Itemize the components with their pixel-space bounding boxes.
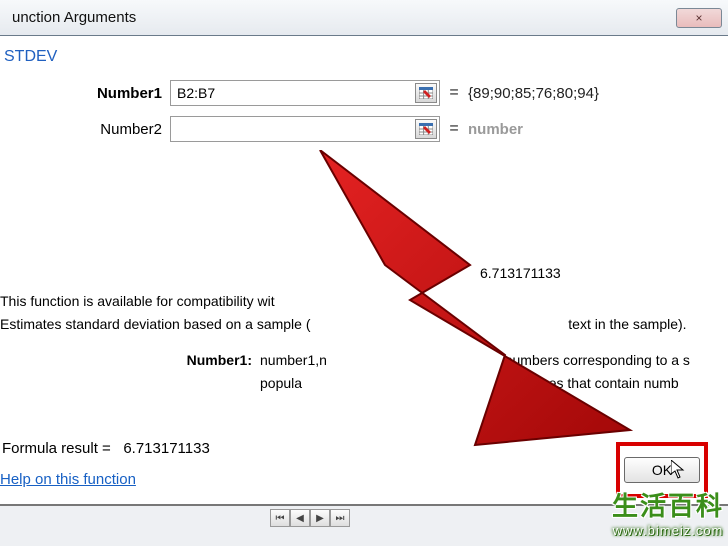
equals-sign: = xyxy=(440,84,468,102)
arg-help-2b: ferences that contain numb xyxy=(510,375,679,391)
sheet-prev-button[interactable]: ◀ xyxy=(290,509,310,527)
formula-result: Formula result = 6.713171133 xyxy=(0,440,720,457)
arg-preview: {89;90;85;76;80;94} xyxy=(468,85,599,102)
arg-row-number1: Number1 B2:B7 = {89;90;85;76;80;94} xyxy=(0,80,720,106)
desc-line2a: Estimates standard deviation based on a … xyxy=(0,316,311,332)
dialog-content: STDEV Number1 B2:B7 = {89;90;85;76;80;94… xyxy=(0,36,728,496)
sheet-next-button[interactable]: ▶ xyxy=(310,509,330,527)
function-description: 6.713171133 This function is available f… xyxy=(0,262,720,394)
argument-help: Number1: number1,n numbers corresponding… xyxy=(0,349,716,394)
range-picker-icon xyxy=(419,123,433,135)
number2-input[interactable] xyxy=(170,116,440,142)
mouse-cursor-icon xyxy=(671,460,687,480)
calc-preview: 6.713171133 xyxy=(0,262,716,284)
function-name: STDEV xyxy=(0,48,720,66)
range-picker-icon xyxy=(419,87,433,99)
sheet-last-button[interactable]: ⏭ xyxy=(330,509,350,527)
sheet-nav: ⏮ ◀ ▶ ⏭ xyxy=(270,509,350,527)
watermark-cn: 生活百科 xyxy=(612,486,724,523)
window-title: unction Arguments xyxy=(12,9,136,26)
ok-button-label: OK xyxy=(652,462,672,478)
arg-help-2a: popula xyxy=(260,375,302,391)
arg-label: Number1 xyxy=(0,85,170,102)
sheet-first-button[interactable]: ⏮ xyxy=(270,509,290,527)
formula-result-label: Formula result = xyxy=(2,440,111,457)
range-picker-button[interactable] xyxy=(415,83,437,103)
watermark: 生活百科 www.bimeiz.com xyxy=(612,486,724,538)
titlebar: unction Arguments × xyxy=(0,0,728,36)
arg-help-1b: numbers corresponding to a s xyxy=(505,352,690,368)
arg-row-number2: Number2 = number xyxy=(0,116,720,142)
close-icon: × xyxy=(695,11,702,25)
arg-label: Number2 xyxy=(0,121,170,138)
arg-help-1a: number1,n xyxy=(260,352,327,368)
desc-line2b: text in the sample). xyxy=(568,316,686,332)
close-button[interactable]: × xyxy=(676,8,722,28)
watermark-url: www.bimeiz.com xyxy=(612,523,724,538)
range-picker-button[interactable] xyxy=(415,119,437,139)
arg-help-label: Number1: xyxy=(0,349,260,394)
ok-button[interactable]: OK xyxy=(624,457,700,483)
desc-line1: This function is available for compatibi… xyxy=(0,293,275,309)
input-value: B2:B7 xyxy=(177,85,415,101)
help-link[interactable]: Help on this function xyxy=(0,471,136,488)
arg-preview: number xyxy=(468,121,523,138)
number1-input[interactable]: B2:B7 xyxy=(170,80,440,106)
equals-sign: = xyxy=(440,120,468,138)
formula-result-value: 6.713171133 xyxy=(123,440,209,457)
